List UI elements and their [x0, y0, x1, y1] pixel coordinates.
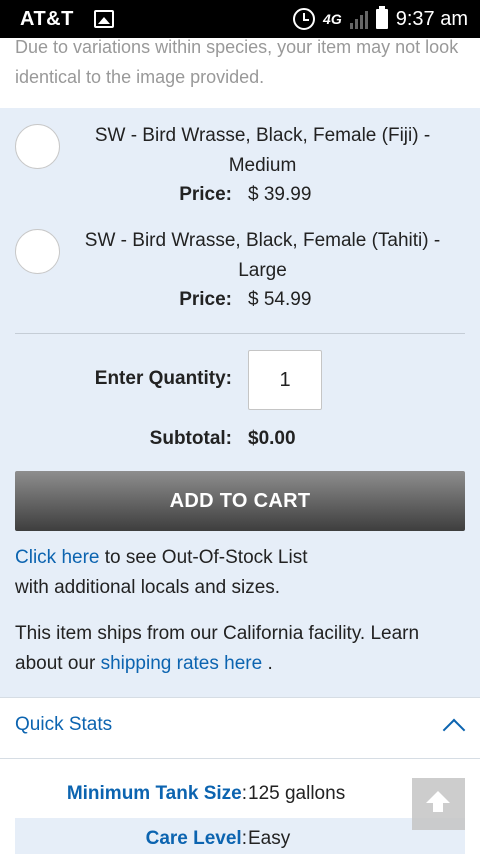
signal-icon	[349, 9, 368, 29]
price-label: Price:	[179, 184, 232, 205]
out-of-stock-note: Click here to see Out-Of-Stock List with…	[15, 543, 465, 603]
subtotal-value: $0.00	[248, 428, 296, 449]
stat-value: Easy	[248, 828, 291, 849]
price-value: $ 54.99	[248, 289, 312, 310]
quick-stats-title: Quick Stats	[15, 714, 113, 735]
network-type: 4G	[323, 11, 342, 27]
out-of-stock-link[interactable]: Click here	[15, 547, 99, 568]
variant-name: SW - Bird Wrasse, Black, Female (Fiji) -…	[94, 125, 431, 176]
scroll-to-top-button[interactable]	[412, 778, 465, 830]
stat-value: 125 gallons	[248, 783, 346, 804]
shipping-suffix: .	[262, 653, 273, 674]
variant-radio[interactable]	[15, 229, 60, 274]
carrier-name: AT&T	[20, 7, 74, 30]
stats-row: Minimum Tank Size: 125 gallons	[15, 773, 465, 817]
status-icons: 4G 9:37 am	[293, 6, 468, 31]
price-label: Price:	[179, 289, 232, 310]
out-of-stock-text-line2: with additional locals and sizes.	[15, 577, 281, 598]
subtotal-label: Subtotal:	[149, 428, 232, 449]
stat-label-text: Care Level	[145, 828, 242, 849]
clock: 9:37 am	[395, 7, 468, 30]
variant-radio[interactable]	[15, 124, 60, 169]
purchase-options-panel: SW - Bird Wrasse, Black, Female (Fiji) -…	[0, 108, 480, 697]
chevron-up-icon[interactable]	[442, 718, 466, 742]
stat-label: Care Level:	[145, 828, 247, 849]
quantity-label: Enter Quantity:	[94, 368, 232, 389]
quick-stats-toggle[interactable]: Quick Stats	[0, 697, 480, 759]
variant-name: SW - Bird Wrasse, Black, Female (Tahiti)…	[84, 230, 441, 281]
arrow-up-icon	[426, 791, 450, 812]
out-of-stock-text: to see Out-Of-Stock List	[99, 547, 308, 568]
alarm-icon	[293, 8, 316, 30]
shipping-rates-link[interactable]: shipping rates here	[101, 653, 263, 674]
quantity-input[interactable]	[248, 350, 322, 410]
add-to-cart-button[interactable]: ADD TO CART	[15, 471, 465, 531]
image-notification-icon	[93, 10, 114, 28]
stat-label-text: Minimum Tank Size	[66, 783, 242, 804]
image-disclaimer: Due to variations within species, your i…	[15, 37, 459, 87]
divider	[15, 333, 465, 334]
stat-label: Minimum Tank Size:	[66, 783, 247, 804]
shipping-note: This item ships from our California faci…	[15, 619, 465, 679]
battery-icon	[375, 6, 388, 29]
price-value: $ 39.99	[248, 184, 312, 205]
stats-row: Care Level: Easy	[15, 818, 465, 854]
